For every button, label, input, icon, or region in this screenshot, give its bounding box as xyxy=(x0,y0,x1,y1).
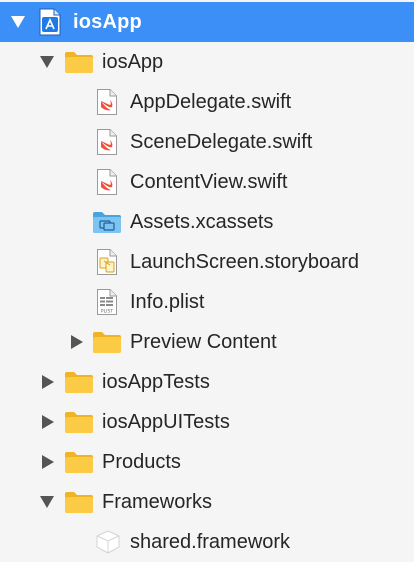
tree-row-frameworks[interactable]: Frameworks xyxy=(0,482,414,522)
tree-row-label: iosApp xyxy=(102,51,164,73)
tree-row-launchscreen[interactable]: LaunchScreen.storyboard xyxy=(0,242,414,282)
tree-row-iosapp-group[interactable]: iosApp xyxy=(0,42,414,82)
plist-badge: PLIST xyxy=(101,309,113,315)
framework-icon xyxy=(94,522,122,562)
disclosure-collapsed-icon[interactable] xyxy=(40,414,56,430)
tree-row-iosapptests[interactable]: iosAppTests xyxy=(0,362,414,402)
tree-row-shared-framework[interactable]: shared.framework xyxy=(0,522,414,562)
tree-row-label: LaunchScreen.storyboard xyxy=(130,251,360,273)
disclosure-expanded-icon[interactable] xyxy=(10,14,26,30)
tree-row-iosappuitests[interactable]: iosAppUITests xyxy=(0,402,414,442)
tree-row-label: iosAppUITests xyxy=(102,411,230,433)
tree-row-project[interactable]: iosApp xyxy=(0,2,414,42)
tree-row-scenedelegate[interactable]: SceneDelegate.swift xyxy=(0,122,414,162)
folder-icon xyxy=(64,482,94,522)
folder-icon xyxy=(64,42,94,82)
swift-file-icon xyxy=(96,122,118,162)
swift-file-icon xyxy=(96,162,118,202)
tree-row-products[interactable]: Products xyxy=(0,442,414,482)
folder-icon xyxy=(64,362,94,402)
tree-row-label: Assets.xcassets xyxy=(130,211,274,233)
tree-row-contentview[interactable]: ContentView.swift xyxy=(0,162,414,202)
tree-row-label: iosAppTests xyxy=(102,371,210,393)
disclosure-expanded-icon[interactable] xyxy=(39,54,55,70)
swift-file-icon xyxy=(96,82,118,122)
tree-row-preview-content[interactable]: Preview Content xyxy=(0,322,414,362)
tree-row-label: Frameworks xyxy=(102,491,213,513)
tree-row-assets[interactable]: Assets.xcassets xyxy=(0,202,414,242)
disclosure-expanded-icon[interactable] xyxy=(39,494,55,510)
disclosure-collapsed-icon[interactable] xyxy=(40,454,56,470)
tree-row-appdelegate[interactable]: AppDelegate.swift xyxy=(0,82,414,122)
disclosure-collapsed-icon[interactable] xyxy=(69,334,85,350)
folder-icon xyxy=(64,402,94,442)
tree-row-label: AppDelegate.swift xyxy=(130,91,292,113)
tree-row-infoplist[interactable]: PLIST Info.plist xyxy=(0,282,414,322)
asset-catalog-icon xyxy=(92,202,122,242)
xcode-project-icon xyxy=(38,2,62,42)
tree-row-label: Preview Content xyxy=(130,331,277,353)
disclosure-collapsed-icon[interactable] xyxy=(40,374,56,390)
folder-icon xyxy=(92,322,122,362)
tree-row-label: Info.plist xyxy=(130,291,205,313)
tree-row-label: iosApp xyxy=(73,11,142,33)
tree-row-label: shared.framework xyxy=(130,531,291,553)
tree-row-label: SceneDelegate.swift xyxy=(130,131,313,153)
tree-row-label: Products xyxy=(102,451,181,473)
tree-row-label: ContentView.swift xyxy=(130,171,288,193)
storyboard-file-icon xyxy=(96,242,118,282)
project-navigator: iosApp iosApp AppDelegate.swift SceneDel… xyxy=(0,0,414,560)
folder-icon xyxy=(64,442,94,482)
plist-file-icon: PLIST xyxy=(96,282,118,322)
